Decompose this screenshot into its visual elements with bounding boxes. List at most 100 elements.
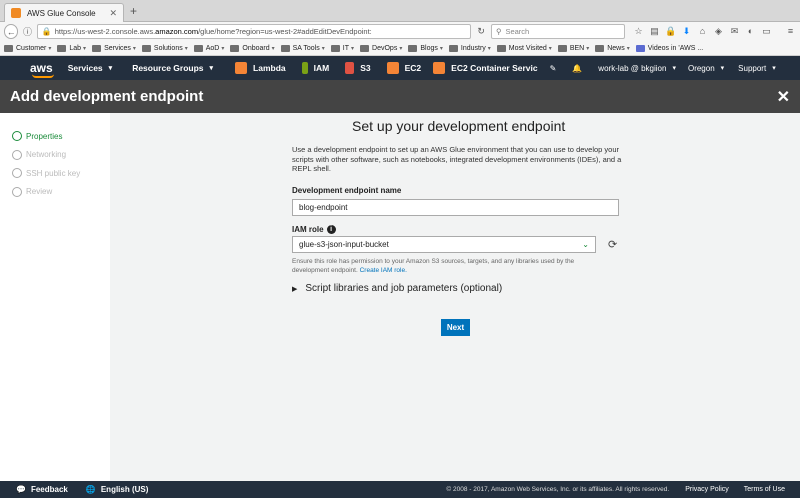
create-iam-role-link[interactable]: Create IAM role. [360,267,407,274]
site-info-icon[interactable]: ⓘ [20,24,34,39]
resource-groups-menu[interactable]: Resource Groups ▾ [132,63,213,73]
shortcut-ecs[interactable]: EC2 Container Servic [433,62,538,74]
bookmark-item[interactable]: Videos in 'AWS ... [635,44,703,52]
chevron-down-icon: ▾ [772,65,776,72]
screenshot-icon[interactable]: ▭ [761,26,772,37]
caret-right-icon: ▶ [292,285,298,293]
bookmarks-bar: Customer ▾ Lab ▾ Services ▾ Solutions ▾ AoD ▾… [0,41,800,56]
bookmark-item[interactable]: Industry ▾ [448,44,491,52]
endpoint-name-label: Development endpoint name [292,186,402,195]
shortcut-iam[interactable]: IAM [301,62,329,74]
search-input[interactable]: ⚲ Search [490,24,625,39]
bookmark-item[interactable]: News ▾ [595,44,630,52]
folder-icon [448,44,458,52]
region-menu[interactable]: Oregon ▾ [688,64,724,73]
bookmark-item[interactable]: Onboard ▾ [230,44,275,52]
lambda-icon [235,62,248,74]
chevron-down-icon: ▾ [720,65,725,72]
globe-icon: 🌐 [85,485,96,494]
aws-favicon-icon [11,8,21,18]
info-icon[interactable]: i [326,225,336,235]
step-circle-icon [12,131,22,142]
iam-role-hint: Ensure this role has permission to your … [292,258,575,274]
close-icon[interactable]: ✕ [777,87,790,107]
form-heading: Set up your development endpoint [352,118,566,134]
shortcut-ec2[interactable]: EC2 [386,62,421,74]
reading-list-icon[interactable]: ▤ [649,26,660,37]
browser-tab[interactable]: AWS Glue Console ✕ [4,3,124,22]
folder-icon [230,44,240,52]
console-footer: 💬 Feedback 🌐 English (US) © 2008 - 2017, A… [0,481,800,498]
aws-logo[interactable]: aws [30,61,54,78]
bookmark-item[interactable]: Blogs ▾ [408,44,443,52]
shortcut-lambda[interactable]: Lambda [235,62,286,74]
bookmark-item[interactable]: Services ▾ [92,44,136,52]
ec2-icon [386,62,399,74]
next-button[interactable]: Next [441,319,470,336]
aws-top-nav: aws Services ▾ Resource Groups ▾ Lambda IA… [0,56,800,80]
folder-icon [635,44,645,52]
privacy-policy-link[interactable]: Privacy Policy [685,486,729,493]
url-bar[interactable]: 🔒 https://us-west-2.console.aws.amazon.c… [36,24,472,39]
sync-icon[interactable]: ◐ [745,26,756,37]
folder-icon [193,44,203,52]
services-menu[interactable]: Services ▾ [68,63,113,73]
shortcut-s3[interactable]: S3 [345,62,371,74]
step-properties[interactable]: Properties [0,127,110,146]
browser-tab-bar: AWS Glue Console ✕ + [0,0,800,22]
language-selector[interactable]: 🌐 English (US) [86,485,149,494]
download-icon[interactable]: ⬇ [681,26,692,37]
script-libraries-expander[interactable]: ▶ Script libraries and job parameters (o… [292,283,502,294]
feedback-icon: 💬 [16,485,26,494]
lock-toolbar-icon[interactable]: 🔒 [665,26,676,37]
form-intro: Use a development endpoint to set up an … [292,145,622,173]
bookmark-item[interactable]: Customer ▾ [4,44,51,52]
step-networking[interactable]: Networking [0,146,110,165]
step-ssh-public-key[interactable]: SSH public key [0,164,110,183]
page-header: Add development endpoint ✕ [0,80,800,113]
chevron-down-icon: ⌄ [582,240,589,249]
bell-icon[interactable]: 🔔 [572,64,582,73]
home-icon[interactable]: ⌂ [697,26,708,37]
s3-icon [345,62,355,74]
endpoint-name-input[interactable]: blog-endpoint [292,199,619,216]
search-icon: ⚲ [495,27,502,36]
chevron-down-icon: ▾ [672,65,676,72]
extension-icon[interactable]: ✉ [729,26,740,37]
reload-icon[interactable]: ↻ [477,26,485,37]
menu-icon[interactable]: ≡ [785,26,796,37]
wizard-steps: Properties Networking SSH public key Rev… [0,113,110,481]
new-tab-icon[interactable]: + [130,4,137,18]
close-tab-icon[interactable]: ✕ [109,8,117,19]
pin-icon[interactable]: ✎ [550,64,557,73]
bookmark-item[interactable]: IT ▾ [330,44,354,52]
refresh-icon[interactable]: ⟳ [608,238,617,251]
main-content: Set up your development endpoint Use a d… [110,113,800,481]
folder-icon [4,44,13,52]
bookmark-item[interactable]: Solutions ▾ [141,44,188,52]
iam-role-select[interactable]: glue-s3-json-input-bucket ⌄ [292,236,596,253]
support-menu[interactable]: Support ▾ [738,64,776,73]
account-menu[interactable]: work-lab @ bkgiion ▾ [598,64,676,73]
page-title: Add development endpoint [10,88,204,105]
folder-icon [141,44,151,52]
expander-label: Script libraries and job parameters (opt… [305,283,503,294]
bookmark-item[interactable]: SA Tools ▾ [280,44,325,52]
step-circle-icon [12,168,22,179]
step-circle-icon [12,186,22,197]
bookmark-item[interactable]: BEN ▾ [557,44,589,52]
step-review[interactable]: Review [0,183,110,202]
folder-icon [595,44,605,52]
pocket-icon[interactable]: ◈ [713,26,724,37]
back-icon[interactable]: ← [4,24,19,39]
bookmark-star-icon[interactable]: ☆ [633,26,644,37]
folder-icon [57,44,67,52]
bookmark-item[interactable]: DevOps ▾ [360,44,402,52]
tab-title: AWS Glue Console [27,8,96,18]
feedback-link[interactable]: 💬 Feedback [16,485,68,494]
bookmark-item[interactable]: Lab ▾ [57,44,86,52]
terms-of-use-link[interactable]: Terms of Use [744,486,785,493]
folder-icon [557,44,567,52]
bookmark-item[interactable]: AoD ▾ [193,44,224,52]
bookmark-item[interactable]: Most Visited ▾ [496,44,552,52]
